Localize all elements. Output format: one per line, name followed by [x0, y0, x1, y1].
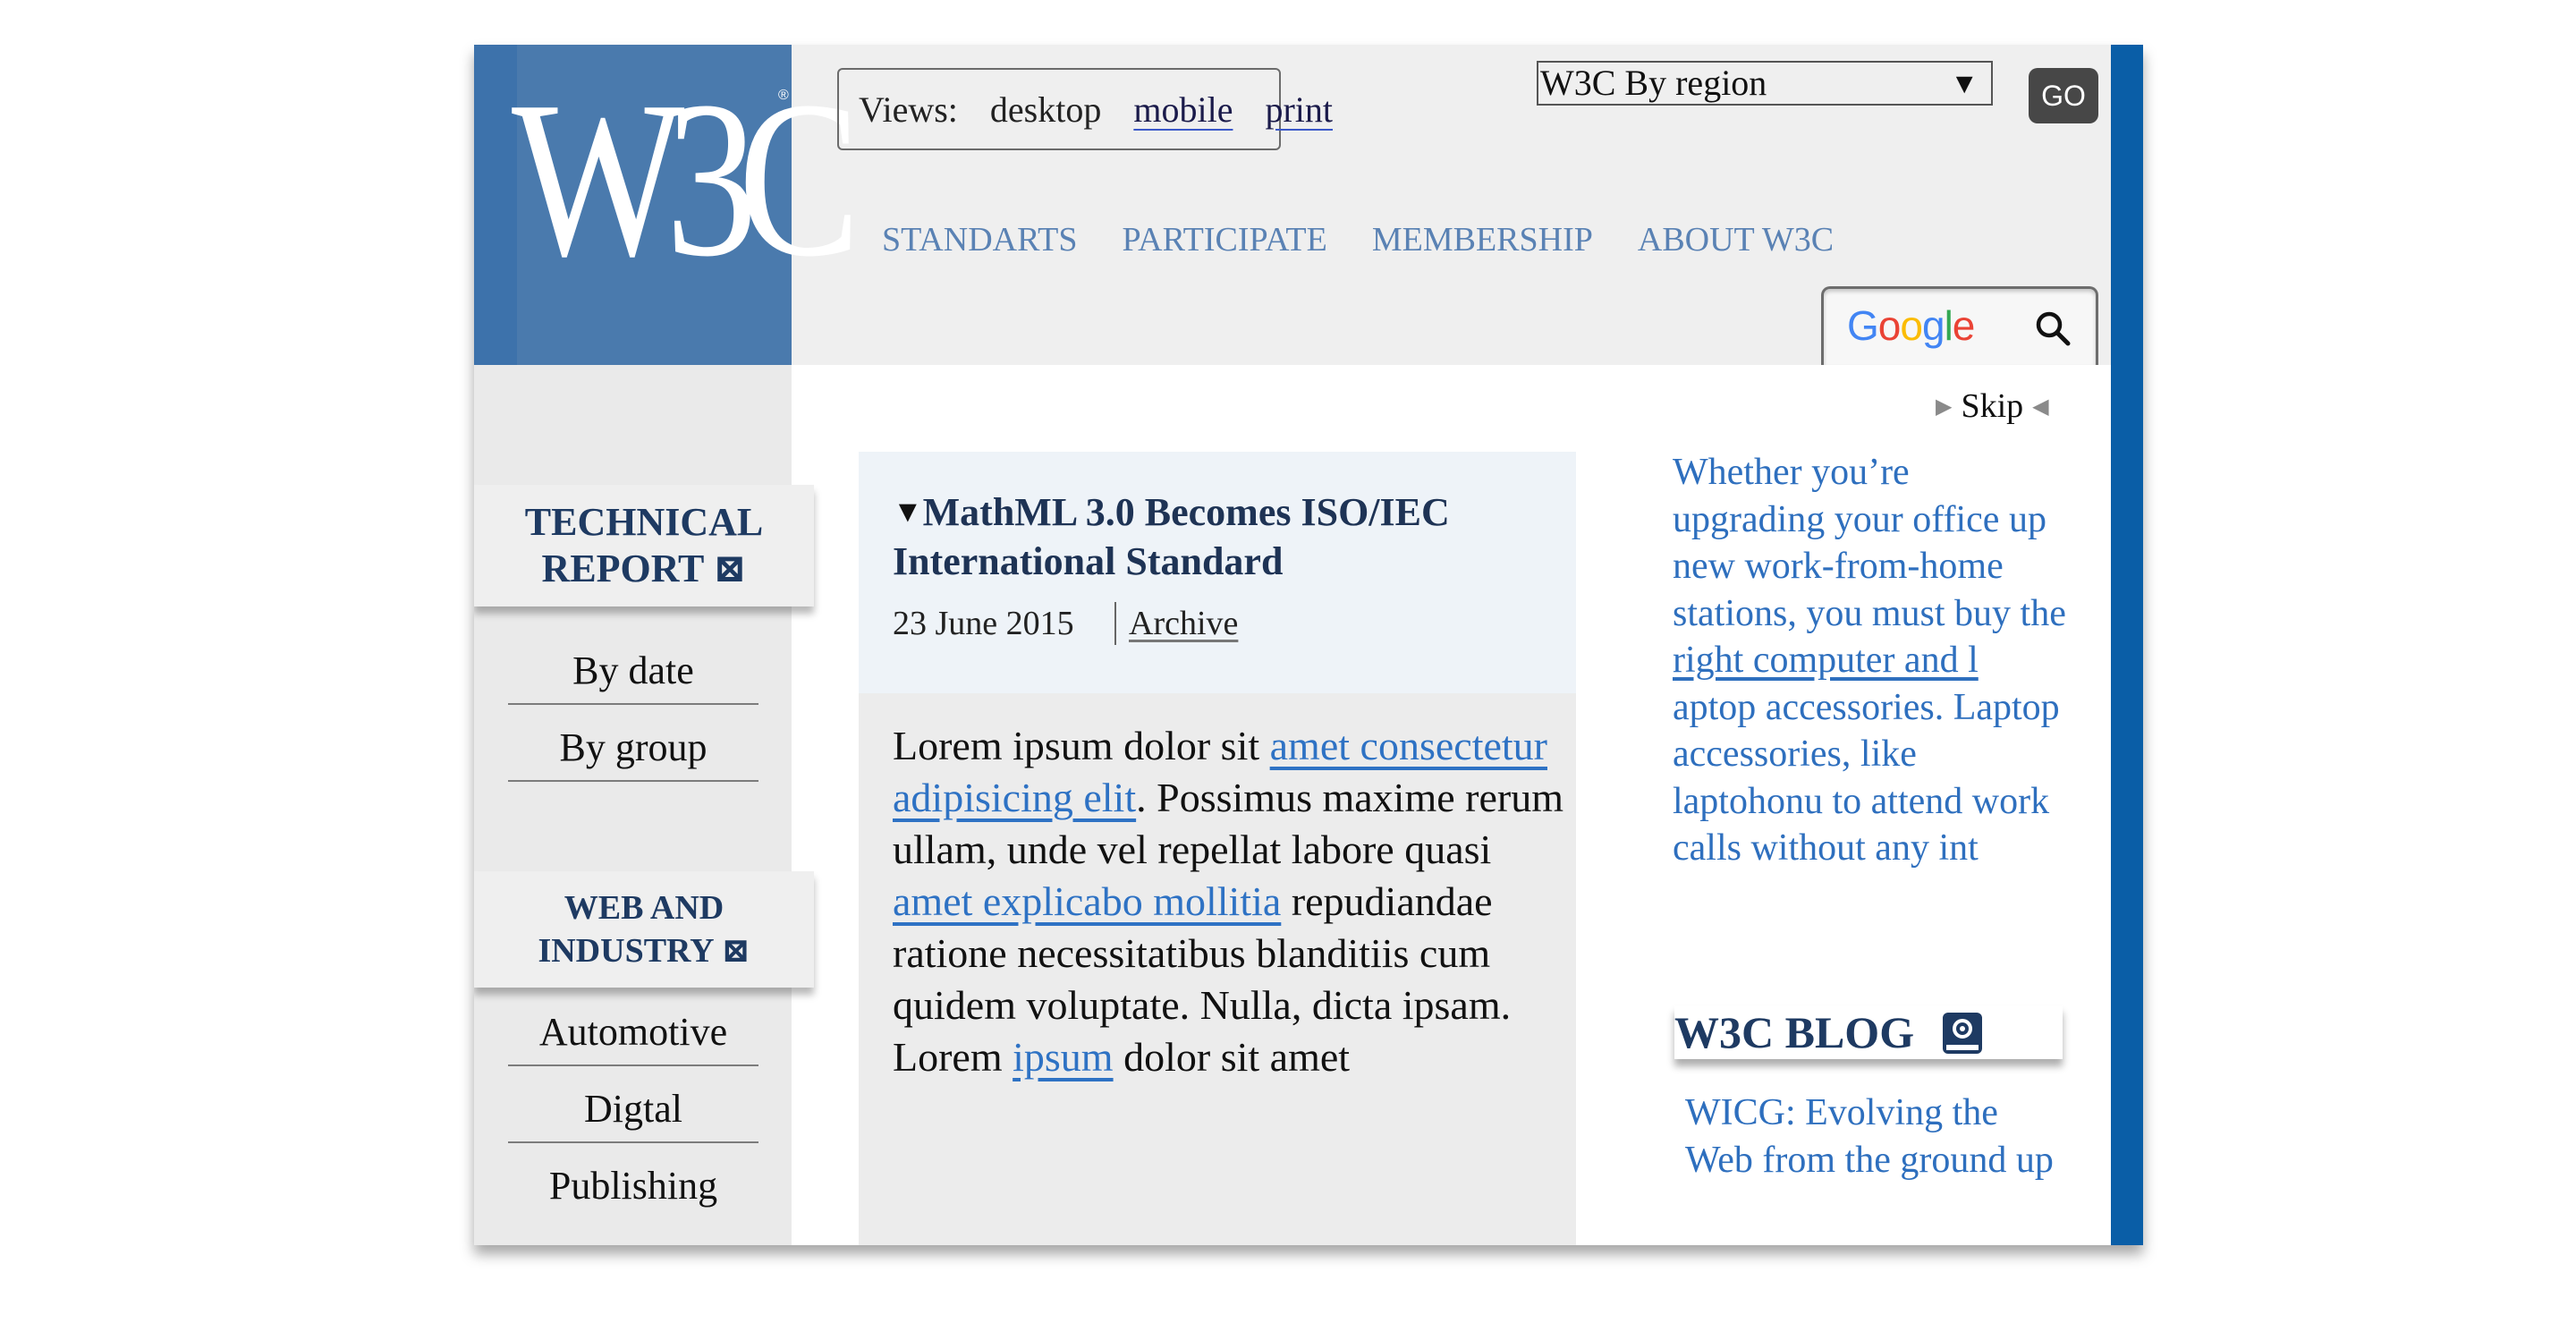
- google-logo: Google: [1847, 302, 1975, 349]
- arrow-right-icon: ▶: [1936, 394, 1953, 419]
- nav-about-w3c[interactable]: ABOUT W3C: [1638, 220, 1834, 259]
- article-link[interactable]: amet explicabo mollitia: [893, 878, 1281, 924]
- article-body: Lorem ipsum dolor sit amet consectetur a…: [859, 693, 1576, 1245]
- nav-standarts[interactable]: STANDARTS: [882, 220, 1077, 259]
- web-industry-line2: INDUSTRY: [538, 932, 714, 970]
- registered-mark: ®: [778, 88, 789, 103]
- technical-report-line2: REPORT: [541, 547, 704, 590]
- divider: [508, 703, 758, 705]
- view-mobile-link[interactable]: mobile: [1133, 89, 1233, 131]
- nav-participate[interactable]: PARTICIPATE: [1122, 220, 1326, 259]
- sidebar-item-publishing[interactable]: Publishing: [508, 1163, 758, 1209]
- promo-text-segment: Whether you’re upgrading your office up …: [1673, 452, 2066, 634]
- article-header: ▼MathML 3.0 Becomes ISO/IEC Internationa…: [859, 452, 1576, 693]
- promo-link[interactable]: right computer and l: [1673, 640, 1979, 681]
- w3c-logo[interactable]: W3C ®: [474, 45, 860, 365]
- region-selected-value: W3C By region: [1540, 63, 1767, 103]
- sidebar-item-digtal[interactable]: Digtal: [508, 1086, 758, 1132]
- sidebar: TECHNICAL REPORT ⊠ By date By group WEB …: [474, 365, 814, 1245]
- logo-edge: [474, 45, 517, 365]
- promo-text-segment: aptop accessories. Laptop accessories, l…: [1673, 686, 2060, 869]
- sidebar-item-by-group[interactable]: By group: [508, 725, 758, 770]
- skip-link[interactable]: ▶ Skip ◀: [1936, 386, 2049, 426]
- collapse-triangle-icon: ▼: [893, 496, 923, 529]
- main-nav: STANDARTS PARTICIPATE MEMBERSHIP ABOUT W…: [882, 220, 1834, 259]
- search-icon[interactable]: [2033, 309, 2072, 348]
- dropdown-arrow-icon: ▼: [1950, 67, 1979, 99]
- article-title-text: MathML 3.0 Becomes ISO/IEC International…: [893, 490, 1450, 583]
- web-industry-line1: WEB AND: [564, 889, 724, 927]
- sidebar-item-automotive[interactable]: Automotive: [508, 1009, 758, 1055]
- divider: [508, 1064, 758, 1066]
- view-print-link[interactable]: print: [1265, 89, 1333, 131]
- divider: [508, 780, 758, 782]
- site-header: W3C ® Views: desktop mobile print W3C By…: [474, 45, 2111, 365]
- archive-link[interactable]: Archive: [1129, 604, 1238, 643]
- article-text-segment: Lorem ipsum dolor sit: [893, 723, 1270, 768]
- article-title[interactable]: ▼MathML 3.0 Becomes ISO/IEC Internationa…: [893, 488, 1555, 586]
- toggle-box-icon: ⊠: [713, 547, 747, 590]
- article-text-segment: Lorem: [893, 1034, 1013, 1080]
- web-industry-heading[interactable]: WEB AND INDUSTRY ⊠: [474, 871, 814, 988]
- view-desktop: desktop: [989, 89, 1102, 130]
- blog-heading-text: W3C BLOG: [1674, 1007, 1915, 1057]
- skip-label: Skip: [1961, 387, 2024, 425]
- technical-report-line1: TECHNICAL: [524, 500, 764, 544]
- divider: [508, 1141, 758, 1143]
- logo-text: W3C: [512, 55, 860, 303]
- views-label: Views:: [859, 89, 958, 130]
- blog-post-link[interactable]: WICG: Evolving the Web from the ground u…: [1685, 1090, 2061, 1183]
- technical-report-heading[interactable]: TECHNICAL REPORT ⊠: [474, 485, 814, 606]
- article-text-segment: dolor sit amet: [1113, 1034, 1351, 1080]
- arrow-left-icon: ◀: [2032, 394, 2049, 419]
- web-industry-line2-row: INDUSTRY ⊠: [474, 929, 814, 972]
- region-select[interactable]: W3C By region ▼: [1537, 61, 1993, 106]
- w3c-page-frame: W3C ® Views: desktop mobile print W3C By…: [474, 45, 2143, 1245]
- toggle-box-icon: ⊠: [721, 932, 750, 970]
- google-search-box[interactable]: Google: [1821, 286, 2098, 365]
- article-link[interactable]: ipsum: [1013, 1034, 1113, 1080]
- blog-book-icon: [1943, 1013, 1982, 1054]
- article-text: Lorem ipsum dolor sit amet consectetur a…: [893, 720, 1572, 1083]
- blog-heading[interactable]: W3C BLOG: [1674, 1005, 2063, 1059]
- technical-report-line2-row: REPORT ⊠: [474, 546, 814, 592]
- sidebar-item-by-date[interactable]: By date: [508, 648, 758, 693]
- article-date: 23 June 2015: [893, 605, 1074, 642]
- go-button[interactable]: GO: [2029, 68, 2098, 123]
- views-switcher: Views: desktop mobile print: [837, 68, 1333, 150]
- divider: [1114, 602, 1116, 645]
- right-accent-stripe: [2111, 45, 2143, 1245]
- promo-text: Whether you’re upgrading your office up …: [1673, 449, 2066, 872]
- nav-membership[interactable]: MEMBERSHIP: [1372, 220, 1593, 259]
